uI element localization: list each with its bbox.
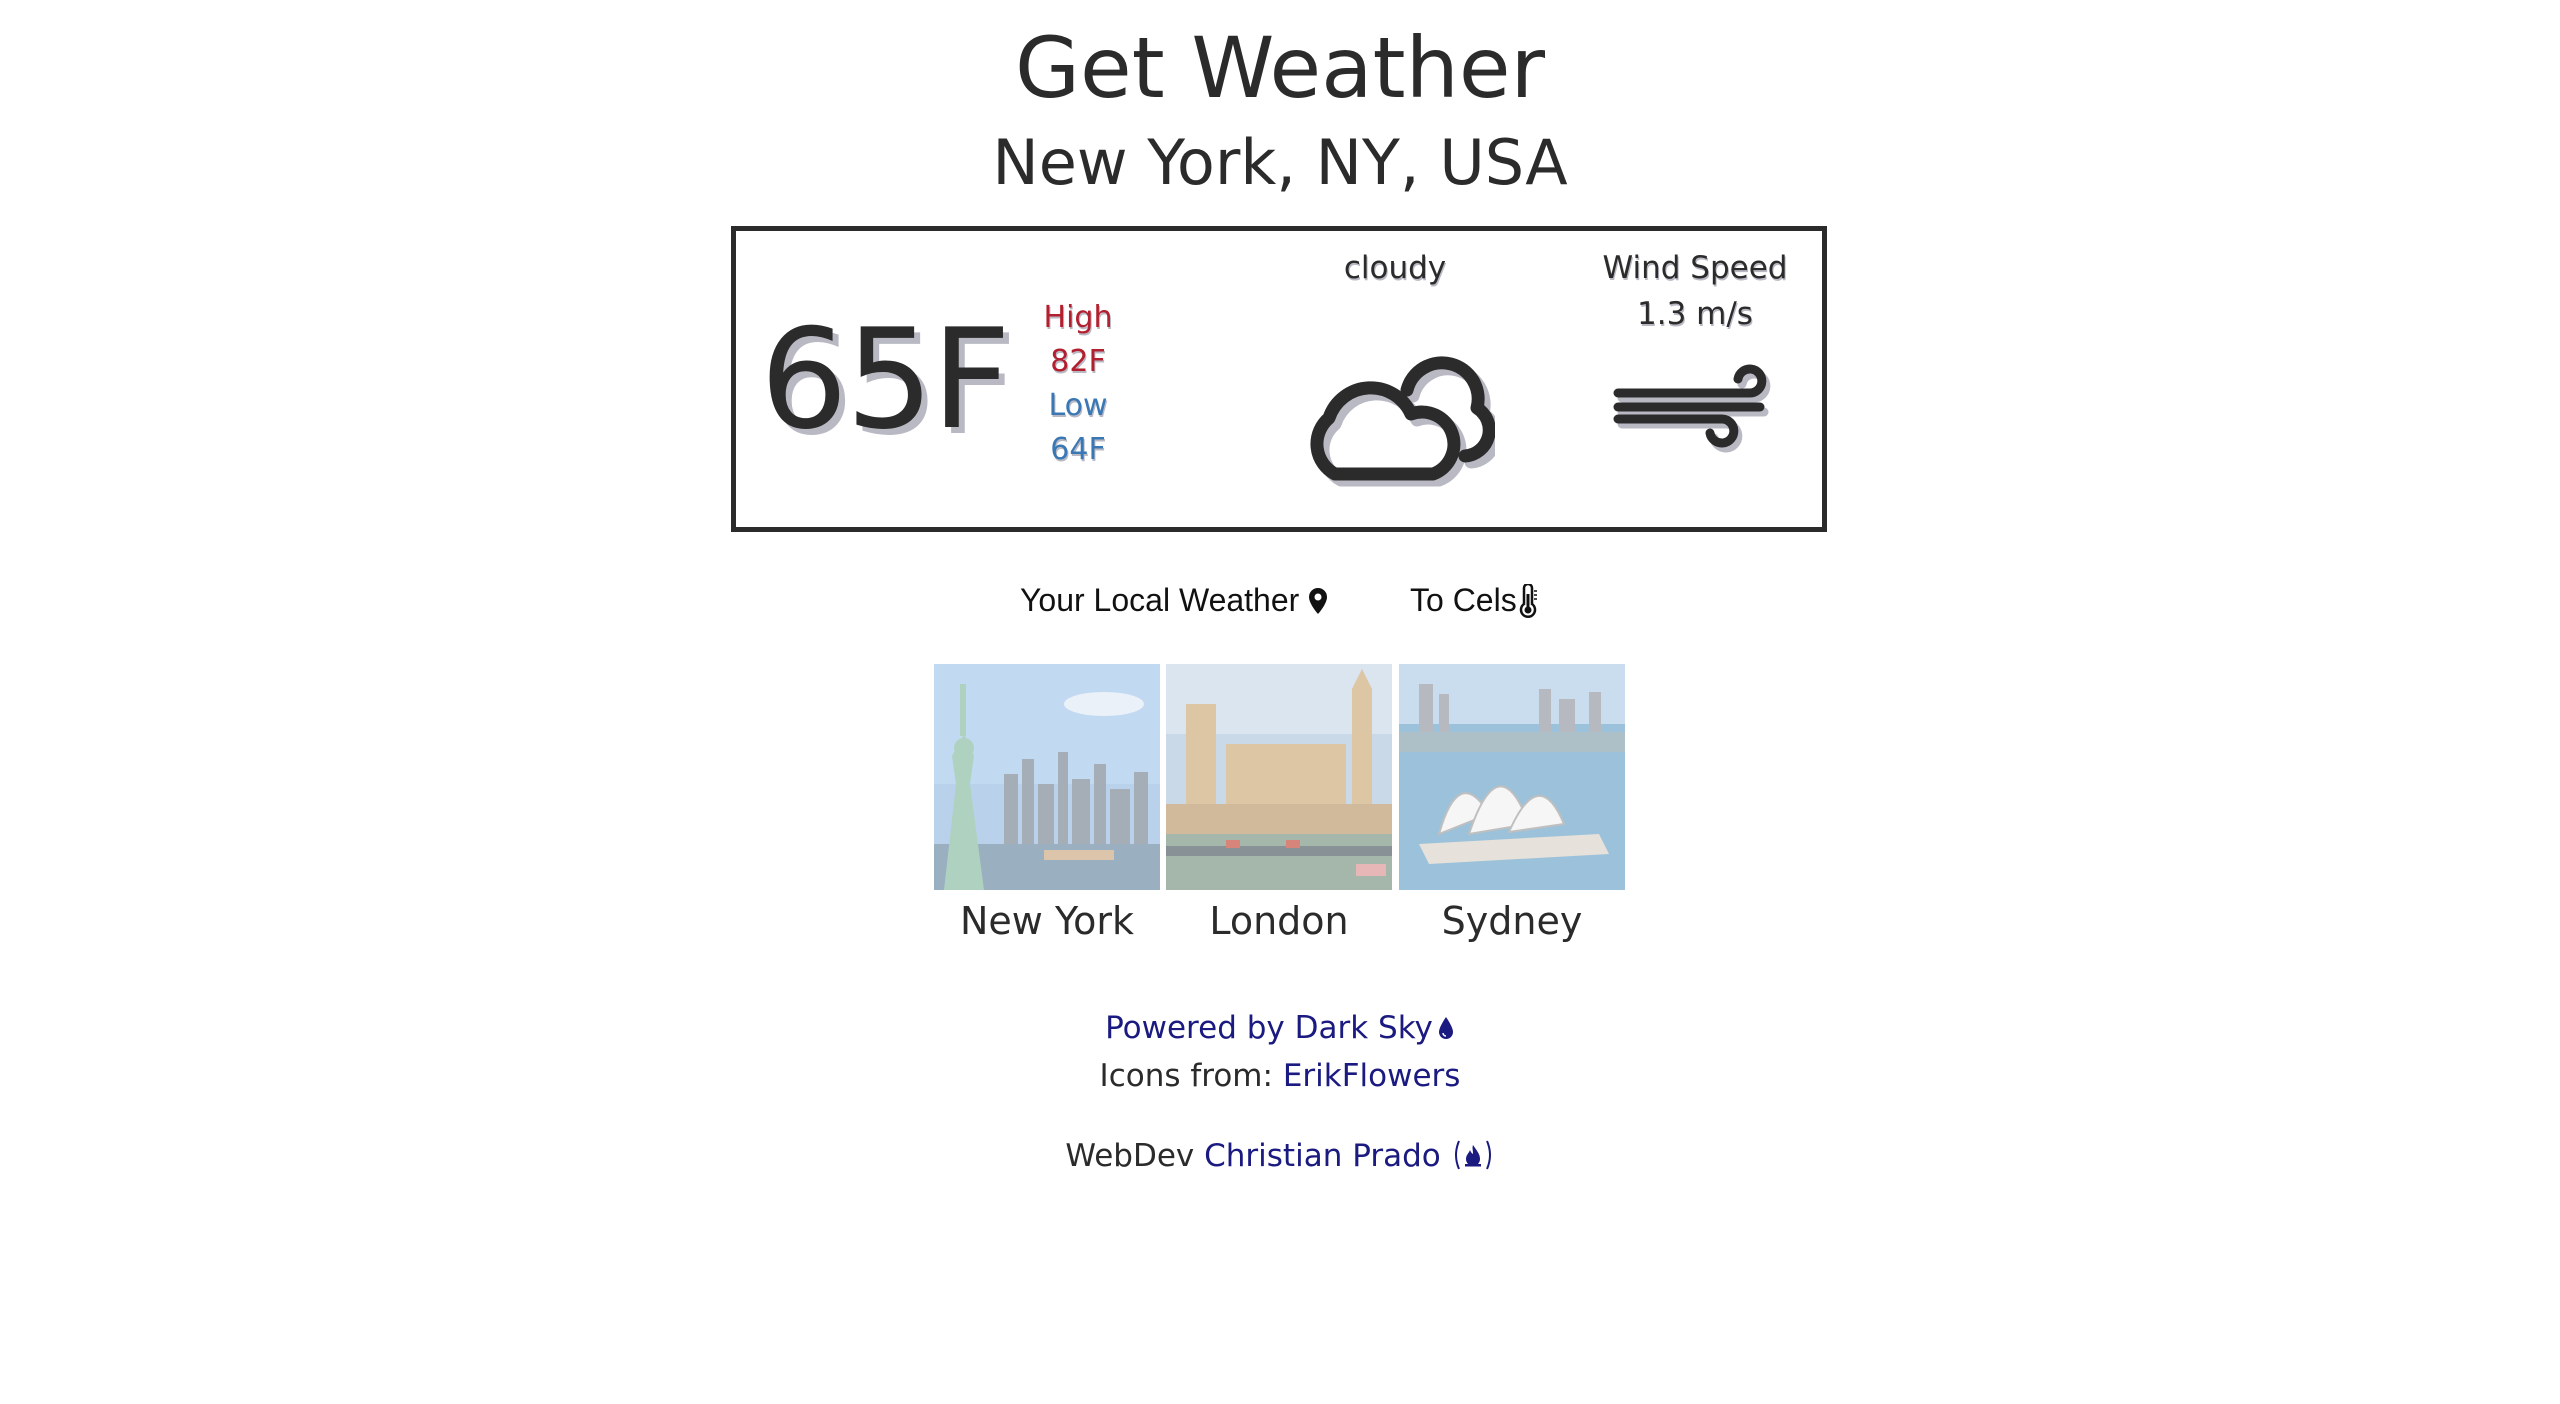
london-photo — [1166, 664, 1392, 890]
high-value: 82F — [1050, 344, 1106, 379]
icons-credit-line: Icons from: ErikFlowers — [0, 1054, 2560, 1098]
location-name: New York, NY, USA — [992, 126, 1568, 199]
cloudy-icon — [1310, 356, 1495, 487]
wind-speed-label: Wind Speed — [1602, 250, 1788, 286]
raindrop-icon — [1438, 1017, 1453, 1039]
flame-icon — [1454, 1140, 1491, 1170]
webdev-author-label: Christian Prado — [1204, 1138, 1441, 1174]
dark-sky-link[interactable]: Powered by Dark Sky — [1105, 1010, 1455, 1046]
high-label: High — [1043, 300, 1113, 335]
christian-prado-link[interactable]: Christian Prado — [1204, 1138, 1494, 1174]
powered-by-line: Powered by Dark Sky — [0, 1006, 2560, 1050]
city-card-london[interactable]: London — [1166, 664, 1392, 946]
condition-label: cloudy — [1343, 250, 1447, 286]
webdev-credit-line: WebDev Christian Prado — [0, 1134, 2560, 1178]
convert-units-button[interactable]: To Cels — [1410, 578, 1539, 622]
thermometer-icon — [1519, 582, 1537, 618]
page-title: Get Weather — [1014, 19, 1546, 117]
wind-icon — [1613, 364, 1771, 453]
local-weather-label: Your Local Weather — [1020, 582, 1300, 618]
city-label: London — [1209, 899, 1349, 943]
webdev-prefix: WebDev — [1065, 1138, 1195, 1174]
map-pin-icon — [1309, 588, 1328, 614]
low-label: Low — [1048, 388, 1108, 423]
powered-by-label: Powered by Dark Sky — [1105, 1010, 1433, 1046]
local-weather-button[interactable]: Your Local Weather — [1020, 578, 1328, 622]
icons-credit-prefix: Icons from: — [1099, 1058, 1273, 1094]
new-york-photo — [934, 664, 1160, 890]
city-card-sydney[interactable]: Sydney — [1399, 664, 1625, 946]
city-card-new-york[interactable]: New York — [934, 664, 1160, 946]
city-label: New York — [959, 899, 1134, 943]
wind-speed-value: 1.3 m/s — [1637, 296, 1753, 332]
city-label: Sydney — [1441, 899, 1583, 943]
low-value: 64F — [1050, 432, 1106, 467]
current-temperature: 65F — [760, 299, 1011, 460]
sydney-photo — [1399, 664, 1625, 890]
erikflowers-link[interactable]: ErikFlowers — [1283, 1058, 1461, 1094]
convert-units-label: To Cels — [1410, 582, 1517, 618]
